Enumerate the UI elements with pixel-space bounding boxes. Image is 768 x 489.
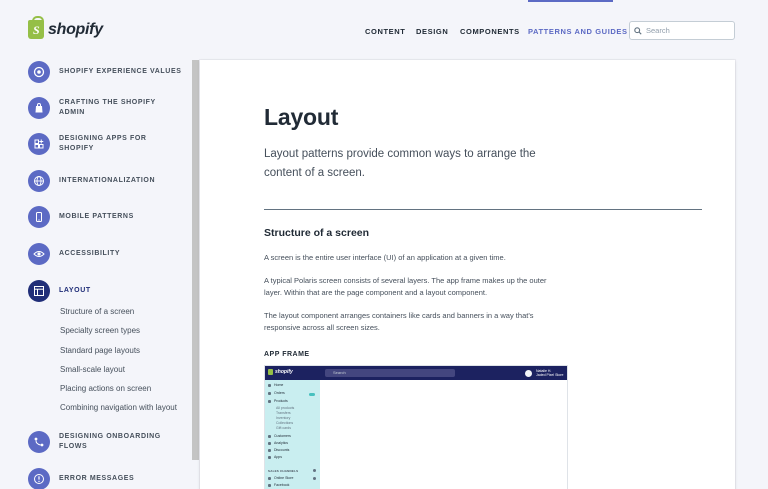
sidebar-item-label: MOBILE PATTERNS: [59, 213, 134, 220]
sidebar-item-label: DESIGNING APPS FOR SHOPIFY: [59, 135, 147, 152]
top-header: S shopify CONTENT DESIGN COMPONENTS PATT…: [0, 0, 768, 60]
preview-section-label: SALES CHANNELS: [268, 469, 299, 473]
shopify-logo[interactable]: S shopify: [28, 16, 103, 39]
bag-icon: [28, 97, 50, 119]
target-icon: [28, 61, 50, 83]
view-icon: [313, 477, 316, 480]
preview-sidebar: Home Orders Products All products Transf…: [265, 380, 320, 489]
preview-nav-item: Facebook: [274, 483, 290, 487]
topnav-content[interactable]: CONTENT: [365, 27, 405, 36]
preview-nav-item: Customers: [274, 434, 291, 438]
content-card: Layout Layout patterns provide common wa…: [200, 60, 735, 489]
analytics-icon: [268, 442, 271, 445]
sidebar-item-label: DESIGNING ONBOARDING FLOWS: [59, 433, 161, 450]
app-frame-preview: shopify Search Natalie H. Jaded Pixel Sto…: [264, 365, 568, 489]
subnav-placing-actions[interactable]: Placing actions on screen: [60, 384, 151, 393]
preview-topbar: shopify Search Natalie H. Jaded Pixel Sto…: [265, 366, 567, 380]
globe-icon: [28, 170, 50, 192]
subnav-standard-page-layouts[interactable]: Standard page layouts: [60, 346, 140, 355]
preview-search: Search: [325, 369, 455, 377]
section-title: Structure of a screen: [264, 227, 370, 239]
page-intro: Layout patterns provide common ways to a…: [264, 148, 536, 179]
sidebar-item-error-messages[interactable]: ERROR MESSAGES: [28, 468, 134, 489]
apps-icon: [268, 456, 271, 459]
sidebar-item-label: INTERNATIONALIZATION: [59, 177, 156, 184]
sidebar-item-designing-apps[interactable]: DESIGNING APPS FOR SHOPIFY: [28, 133, 147, 155]
sidebar-item-crafting-admin[interactable]: CRAFTING THE SHOPIFY ADMIN: [28, 97, 156, 119]
subnav-structure-of-a-screen[interactable]: Structure of a screen: [60, 307, 134, 316]
facebook-icon: [268, 484, 271, 487]
subnav-specialty-screen-types[interactable]: Specialty screen types: [60, 326, 140, 335]
preview-user: Natalie H. Jaded Pixel Store: [525, 369, 563, 377]
home-icon: [268, 384, 271, 387]
preview-subnav-item: All products: [276, 406, 295, 410]
shopping-bag-icon: [268, 369, 273, 375]
logo-letter: S: [33, 23, 40, 37]
sidebar-item-experience-values[interactable]: SHOPIFY EXPERIENCE VALUES: [28, 61, 182, 83]
sidebar-item-label: CRAFTING THE SHOPIFY ADMIN: [59, 99, 156, 116]
orders-icon: [268, 392, 271, 395]
sidebar-item-internationalization[interactable]: INTERNATIONALIZATION: [28, 170, 155, 192]
sidebar-item-onboarding-flows[interactable]: DESIGNING ONBOARDING FLOWS: [28, 431, 161, 453]
sidebar-item-label: ACCESSIBILITY: [59, 250, 121, 257]
sidebar-scrollbar[interactable]: [192, 60, 199, 460]
products-icon: [268, 400, 271, 403]
preview-subnav-item: Gift cards: [276, 426, 291, 430]
preview-nav-item: Online Store: [274, 476, 294, 480]
layout-icon: [28, 280, 50, 302]
store-icon: [268, 477, 271, 480]
section-divider: [264, 209, 702, 210]
avatar: [525, 369, 532, 377]
topnav-patterns-and-guides[interactable]: PATTERNS AND GUIDES: [528, 27, 628, 36]
preview-nav-item: Home: [274, 383, 284, 387]
preview-logo: shopify: [268, 369, 293, 375]
preview-subnav-item: Collections: [276, 421, 294, 425]
shopping-bag-icon: S: [28, 16, 44, 39]
active-nav-indicator: [528, 0, 613, 2]
subnav-small-scale-layout[interactable]: Small-scale layout: [60, 365, 125, 374]
apps-icon: [28, 133, 50, 155]
eye-icon: [28, 243, 50, 265]
paragraph: A screen is the entire user interface (U…: [264, 253, 506, 262]
preview-subnav-item: Transfers: [276, 411, 291, 415]
sidebar-item-label: ERROR MESSAGES: [59, 475, 135, 482]
alert-icon: [28, 468, 50, 489]
add-icon: [313, 469, 316, 472]
sidebar-item-layout[interactable]: LAYOUT: [28, 280, 91, 302]
topnav-design[interactable]: DESIGN: [416, 27, 448, 36]
sidebar-item-label: SHOPIFY EXPERIENCE VALUES: [59, 68, 182, 75]
sidebar-item-label: LAYOUT: [59, 287, 91, 294]
preview-subnav-item: Inventory: [276, 416, 291, 420]
subnav-combining-navigation[interactable]: Combining navigation with layout: [60, 403, 177, 412]
preview-nav-item: Analytics: [274, 441, 289, 445]
sidebar-item-accessibility[interactable]: ACCESSIBILITY: [28, 243, 120, 265]
paragraph: The layout component arranges containers…: [264, 311, 534, 332]
search-box[interactable]: [629, 21, 735, 40]
logo-wordmark: shopify: [48, 20, 103, 38]
search-icon: [634, 26, 642, 35]
sidebar: SHOPIFY EXPERIENCE VALUES CRAFTING THE S…: [0, 60, 192, 489]
paragraph: A typical Polaris screen consists of sev…: [264, 276, 547, 297]
preview-nav-item: Orders: [274, 391, 285, 395]
sidebar-item-mobile-patterns[interactable]: MOBILE PATTERNS: [28, 206, 134, 228]
preview-nav-item: Products: [274, 399, 288, 403]
topnav-components[interactable]: COMPONENTS: [460, 27, 520, 36]
figure-heading: APP FRAME: [264, 351, 310, 358]
preview-nav-item: Discounts: [274, 448, 290, 452]
flow-icon: [28, 431, 50, 453]
preview-badge: [309, 393, 315, 396]
discounts-icon: [268, 449, 271, 452]
mobile-icon: [28, 206, 50, 228]
page-title: Layout: [264, 104, 339, 130]
customers-icon: [268, 435, 271, 438]
preview-nav-item: Apps: [274, 455, 282, 459]
search-input[interactable]: [646, 26, 726, 35]
